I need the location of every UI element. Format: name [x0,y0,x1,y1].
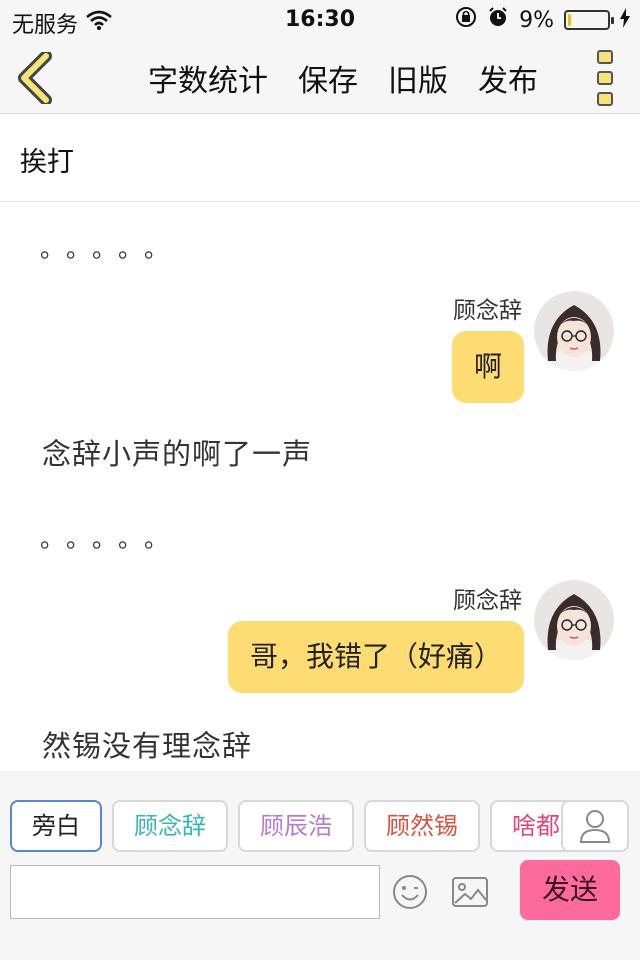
narration-dots: 。。。。。 [40,525,182,553]
image-icon[interactable] [451,875,489,909]
character-chip[interactable]: 顾辰浩 [238,800,354,852]
message-input[interactable] [10,865,380,919]
status-bar: 无服务 16:30 9% [0,0,640,40]
character-chip[interactable]: 顾然锡 [364,800,480,852]
save-button[interactable]: 保存 [298,56,358,100]
back-button[interactable] [14,50,58,106]
story-title: 挨打 [20,147,74,178]
battery-percent: 9% [519,7,554,33]
narration-dots: 。。。。。 [40,235,182,263]
send-button[interactable]: 发送 [520,860,620,920]
chevron-left-icon [18,50,52,106]
character-chip-narrator[interactable]: 旁白 [10,800,102,852]
story-title-row[interactable]: 挨打 [0,114,640,202]
message-bubble[interactable]: 哥，我错了（好痛） [227,621,524,693]
emoji-icon[interactable] [391,873,429,911]
chat-area[interactable]: 。。。。。 顾念辞 啊 念辞小声的啊了一声 。。。。。 顾念辞 哥，我错了（好痛… [0,203,640,771]
narration-text: 念辞小声的啊了一声 [42,437,313,471]
narration-text: 然锡没有理念辞 [42,729,253,763]
avatar[interactable] [534,580,614,660]
nav-actions: 字数统计 保存 旧版 发布 [148,56,538,100]
charging-icon [620,7,630,33]
character-manager-button[interactable] [561,800,629,852]
word-count-button[interactable]: 字数统计 [148,56,268,100]
speaker-name: 顾念辞 [453,588,522,614]
more-vertical-icon[interactable] [594,50,616,106]
top-nav-bar: 字数统计 保存 旧版 发布 [0,40,640,114]
person-icon [579,810,611,843]
avatar[interactable] [534,291,614,371]
battery-icon [564,10,614,30]
status-right: 9% [455,6,630,34]
character-chip[interactable]: 顾念辞 [112,800,228,852]
battery-level [568,14,571,26]
message-bubble[interactable]: 啊 [451,331,524,403]
orientation-lock-icon [455,6,477,34]
composer-bar: 旁白 顾念辞 顾辰浩 顾然锡 啥都 发送 [0,771,640,960]
publish-button[interactable]: 发布 [478,56,538,100]
old-version-button[interactable]: 旧版 [388,56,448,100]
speaker-name: 顾念辞 [453,298,522,324]
alarm-icon [487,6,509,34]
